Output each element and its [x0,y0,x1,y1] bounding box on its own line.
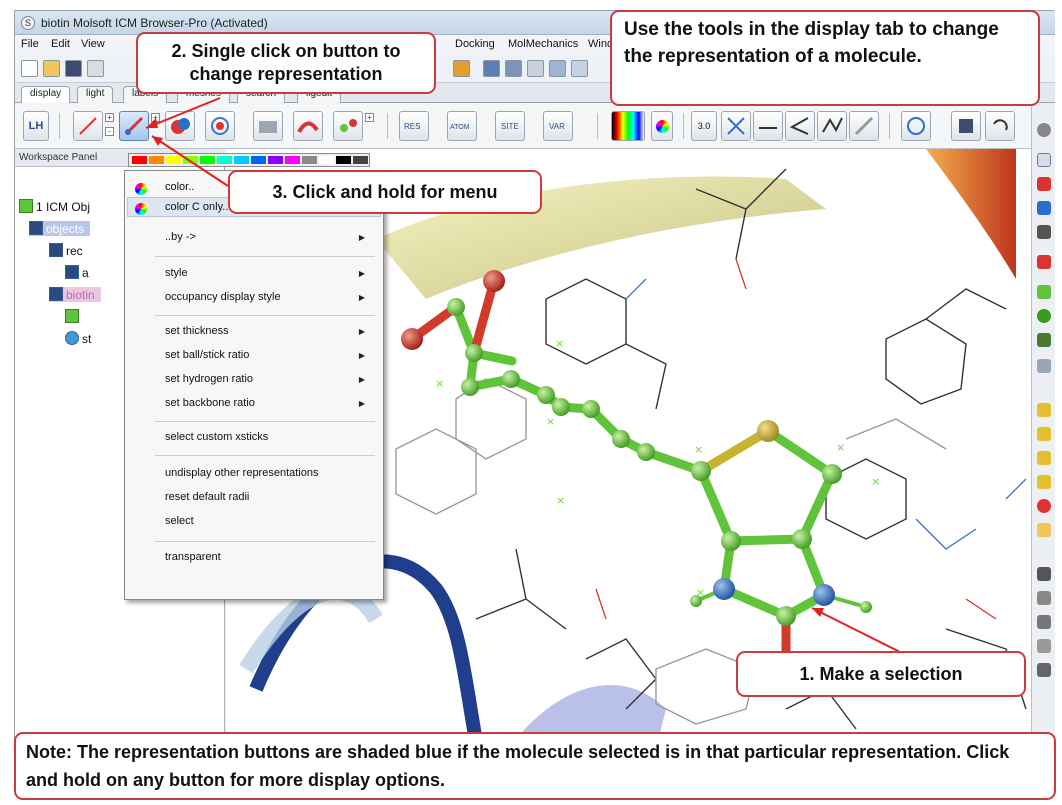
callout-step3: 3. Click and hold for menu [228,170,542,214]
arrow-step1 [811,607,901,653]
arrow-step3 [151,135,229,187]
arrow-step2 [145,97,221,129]
callout-note: Note: The representation buttons are sha… [14,732,1056,800]
arrowhead-icon [146,118,158,128]
callout-step1: 1. Make a selection [736,651,1026,697]
callout-step2: 2. Single click on button to change repr… [136,32,436,94]
callout-display-tab: Use the tools in the display tab to chan… [610,10,1040,106]
